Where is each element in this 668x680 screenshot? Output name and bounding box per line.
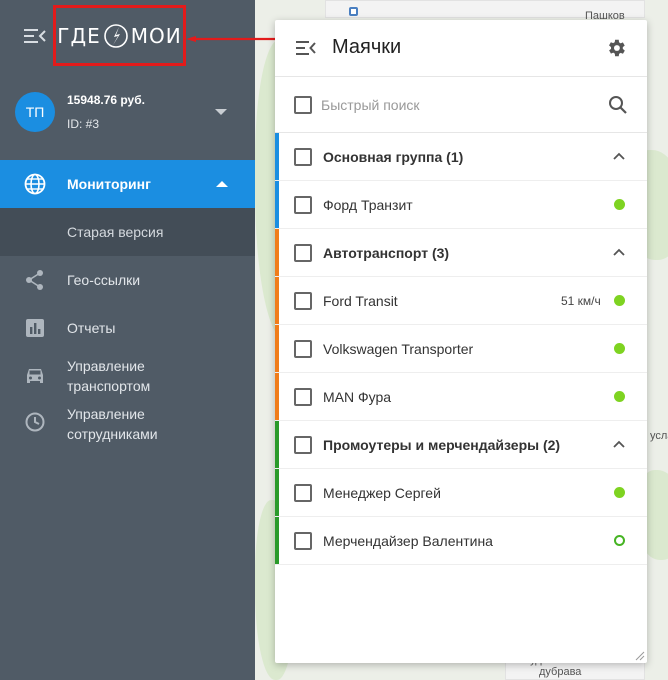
- tracker-checkbox[interactable]: [294, 196, 312, 214]
- status-online-icon: [614, 487, 625, 498]
- chevron-up-icon[interactable]: [613, 440, 625, 448]
- logo[interactable]: ГДЕ МОИ: [57, 23, 181, 49]
- logo-text-right: МОИ: [130, 23, 182, 48]
- search-input[interactable]: [321, 91, 591, 119]
- sidebar-item-label-line: сотрудниками: [67, 426, 158, 442]
- chevron-down-icon[interactable]: [215, 109, 227, 115]
- sidebar-item-label: Управление сотрудниками: [67, 404, 158, 444]
- tracker-checkbox[interactable]: [294, 484, 312, 502]
- search-row: [275, 77, 647, 133]
- tracker-group: Основная группа (1) Форд Транзит: [275, 133, 647, 229]
- status-online-icon: [614, 199, 625, 210]
- sidebar-item-monitoring[interactable]: Мониторинг: [0, 160, 255, 208]
- group-checkbox[interactable]: [294, 244, 312, 262]
- map-label: усла: [650, 430, 668, 442]
- sidebar-item-label-line: Управление: [67, 406, 145, 422]
- bar-chart-icon: [26, 319, 44, 337]
- sidebar-item-label-line: транспортом: [67, 378, 151, 394]
- sidebar-item-transport[interactable]: Управление транспортом: [0, 352, 255, 400]
- tracker-speed: 51 км/ч: [561, 294, 601, 308]
- clock-icon: [25, 412, 45, 432]
- search-icon[interactable]: [608, 95, 628, 115]
- group-name: Основная группа (1): [323, 149, 464, 165]
- group-header[interactable]: Автотранспорт (3): [275, 229, 647, 277]
- sidebar: ГДЕ МОИ ТП 15948.76 руб. ID: #3 Монитори…: [0, 0, 278, 680]
- sidebar-item-label: Управление транспортом: [67, 356, 150, 396]
- sidebar-item-label: Старая версия: [67, 224, 164, 240]
- chevron-up-icon[interactable]: [613, 152, 625, 160]
- group-header[interactable]: Основная группа (1): [275, 133, 647, 181]
- tracker-name: Ford Transit: [323, 293, 398, 309]
- map-marker-icon[interactable]: [349, 7, 358, 16]
- tracker-name: MAN Фура: [323, 389, 392, 405]
- menu-collapse-icon[interactable]: [24, 28, 46, 44]
- tracker-name: Мерчендайзер Валентина: [323, 533, 493, 549]
- sidebar-item-label: Гео-ссылки: [67, 272, 141, 288]
- status-online-icon: [614, 295, 625, 306]
- tracker-checkbox[interactable]: [294, 292, 312, 310]
- sidebar-item-reports[interactable]: Отчеты: [0, 304, 255, 352]
- group-checkbox[interactable]: [294, 148, 312, 166]
- sidebar-item-label: Мониторинг: [67, 176, 151, 192]
- account-switcher[interactable]: ТП 15948.76 руб. ID: #3: [0, 82, 255, 148]
- tracker-group: Автотранспорт (3) Ford Transit 51 км/ч V…: [275, 229, 647, 421]
- tracker-name: Менеджер Сергей: [323, 485, 441, 501]
- group-name: Промоутеры и мерчендайзеры (2): [323, 437, 561, 453]
- tracker-row[interactable]: Ford Transit 51 км/ч: [275, 277, 647, 325]
- annotation-arrow-icon: [186, 36, 278, 42]
- map-label: дубрава: [539, 666, 582, 678]
- chevron-up-icon: [216, 181, 228, 187]
- group-header[interactable]: Промоутеры и мерчендайзеры (2): [275, 421, 647, 469]
- chevron-up-icon[interactable]: [613, 248, 625, 256]
- logo-text-left: ГДЕ: [57, 23, 101, 48]
- tracker-row[interactable]: Volkswagen Transporter: [275, 325, 647, 373]
- share-icon: [26, 270, 43, 290]
- tracker-group: Промоутеры и мерчендайзеры (2) Менеджер …: [275, 421, 647, 565]
- select-all-checkbox[interactable]: [294, 96, 312, 114]
- group-checkbox[interactable]: [294, 436, 312, 454]
- group-name: Автотранспорт (3): [323, 245, 450, 261]
- trackers-panel: Маячки Основная группа (1) Форд Транзит: [275, 20, 647, 663]
- sidebar-item-label-line: Управление: [67, 358, 145, 374]
- sidebar-item-old-version[interactable]: Старая версия: [0, 208, 255, 256]
- tracker-checkbox[interactable]: [294, 340, 312, 358]
- tracker-row[interactable]: MAN Фура: [275, 373, 647, 421]
- panel-header: Маячки: [275, 20, 647, 77]
- status-online-icon: [614, 391, 625, 402]
- gear-icon[interactable]: [605, 37, 627, 59]
- logo-highlight-box: ГДЕ МОИ: [53, 5, 186, 66]
- tracker-name: Форд Транзит: [323, 197, 413, 213]
- tracker-row[interactable]: Менеджер Сергей: [275, 469, 647, 517]
- sidebar-item-staff[interactable]: Управление сотрудниками: [0, 400, 255, 448]
- page-title: Маячки: [332, 36, 402, 58]
- globe-icon: [24, 173, 46, 195]
- resize-handle-icon[interactable]: [635, 651, 645, 661]
- tracker-name: Volkswagen Transporter: [323, 341, 474, 357]
- sidebar-header: ГДЕ МОИ: [0, 0, 278, 72]
- account-id: ID: #3: [67, 117, 100, 131]
- tracker-row[interactable]: Форд Транзит: [275, 181, 647, 229]
- tracker-checkbox[interactable]: [294, 532, 312, 550]
- compass-logo-icon: [103, 23, 128, 48]
- tracker-row[interactable]: Мерчендайзер Валентина: [275, 517, 647, 565]
- avatar[interactable]: ТП: [15, 92, 55, 132]
- car-icon: [27, 369, 43, 383]
- tracker-checkbox[interactable]: [294, 388, 312, 406]
- sidebar-item-label: Отчеты: [67, 320, 116, 336]
- menu-collapse-icon[interactable]: [296, 40, 316, 56]
- status-idle-icon: [614, 535, 625, 546]
- sidebar-item-geo-links[interactable]: Гео-ссылки: [0, 256, 255, 304]
- account-balance: 15948.76 руб.: [67, 93, 145, 107]
- status-online-icon: [614, 343, 625, 354]
